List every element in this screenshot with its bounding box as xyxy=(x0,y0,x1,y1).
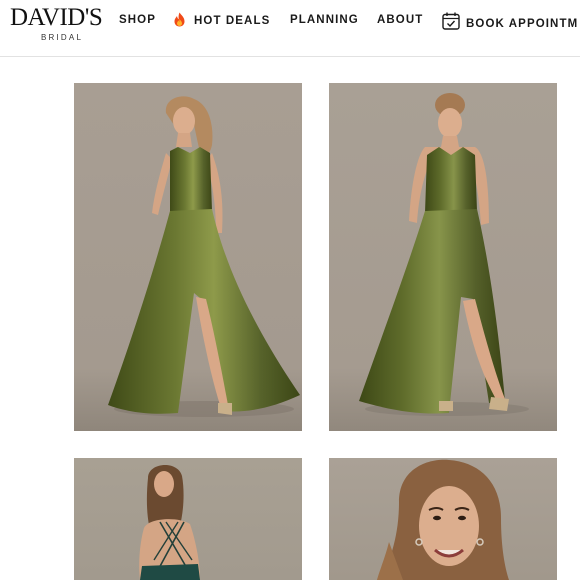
product-tile-image[interactable] xyxy=(329,458,557,580)
brand-logo[interactable]: DAVID'S BRIDAL xyxy=(10,3,106,43)
product-photo-model-closeup xyxy=(329,458,557,580)
fire-icon xyxy=(173,12,186,32)
product-tile-image[interactable] xyxy=(74,458,302,580)
product-photo-olive-gown xyxy=(74,83,302,431)
nav-about[interactable]: ABOUT xyxy=(377,12,423,28)
brand-logo-subtitle: BRIDAL xyxy=(41,33,84,42)
product-tile-image[interactable] xyxy=(74,83,302,431)
product-photo-teal-gown-back xyxy=(74,458,302,580)
nav-book-appointment[interactable]: BOOK APPOINTM xyxy=(442,12,579,30)
nav-planning[interactable]: PLANNING xyxy=(290,12,359,28)
product-photo-olive-gown-alt xyxy=(329,83,557,431)
brand-logo-wordmark: DAVID'S xyxy=(10,4,103,31)
nav-shop[interactable]: SHOP xyxy=(119,12,156,28)
nav-book-appointment-label: BOOK APPOINTM xyxy=(466,18,579,30)
calendar-icon xyxy=(442,12,460,35)
site-header: DAVID'S BRIDAL SHOP HOT DEALS PLANNING A… xyxy=(0,0,580,57)
product-tile-image[interactable] xyxy=(329,83,557,431)
nav-hot-deals-label: HOT DEALS xyxy=(194,15,271,27)
nav-hot-deals[interactable]: HOT DEALS xyxy=(173,12,270,28)
